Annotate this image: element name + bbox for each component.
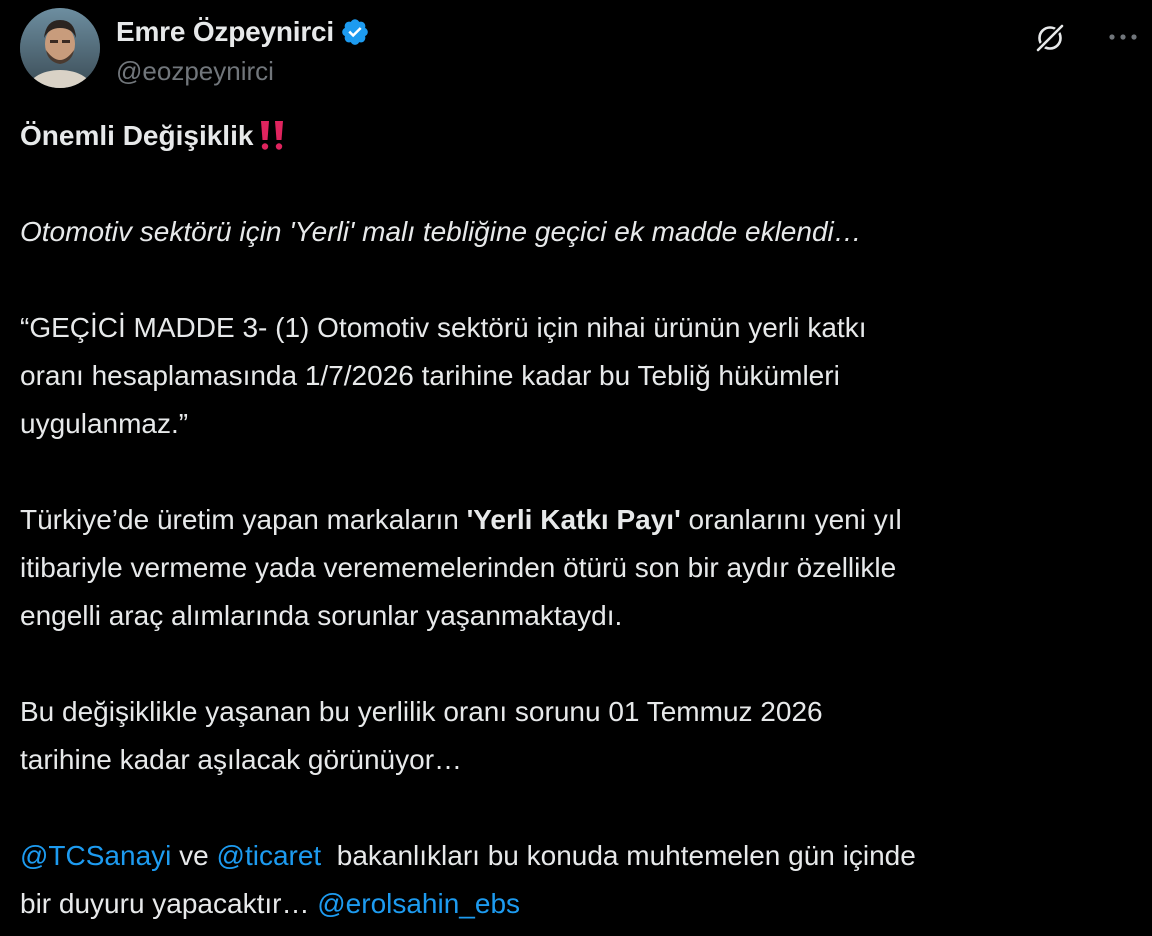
paragraph-line: Bu değişiklikle yaşanan bu yerlilik oran… — [20, 696, 823, 727]
handle[interactable]: @eozpeynirci — [116, 56, 274, 87]
paragraph-line: bir duyuru yapacaktır… @erolsahin_ebs — [20, 880, 1135, 928]
tweet-title-line: Önemli Değişiklik — [20, 112, 1135, 160]
quote-line: “GEÇİCİ MADDE 3- (1) Otomotiv sektörü iç… — [20, 312, 867, 343]
avatar[interactable] — [20, 8, 100, 88]
text-segment: bakanlıkları bu konuda muhtemelen gün iç… — [321, 840, 916, 871]
text-segment: Türkiye’de üretim yapan markaların — [20, 504, 467, 535]
paragraph-line: tarihine kadar aşılacak görünüyor… — [20, 744, 463, 775]
tweet-text: Önemli Değişiklik Otomotiv sektörü için … — [20, 112, 1135, 928]
tweet-header: Emre Özpeynirci @eozpeynirci — [20, 8, 1140, 90]
paragraph-line: itibariyle vermeme yada verememelerinden… — [20, 552, 897, 583]
name-row: Emre Özpeynirci — [116, 14, 370, 50]
display-name[interactable]: Emre Özpeynirci — [116, 16, 334, 48]
paragraph-line: Türkiye’de üretim yapan markaların 'Yerl… — [20, 496, 1135, 544]
verified-badge-icon — [340, 17, 370, 47]
bold-text-segment: 'Yerli Katkı Payı' — [466, 504, 681, 535]
text-segment: ve — [171, 840, 217, 871]
grok-icon[interactable] — [1032, 20, 1068, 56]
double-exclamation-emoji — [256, 118, 288, 152]
text-segment: oranlarını yeni yıl — [680, 504, 902, 535]
more-options-icon[interactable] — [1106, 24, 1140, 50]
mention-link[interactable]: @ticaret — [217, 840, 322, 871]
text-segment: bir duyuru yapacaktır… — [20, 888, 318, 919]
paragraph-line: engelli araç alımlarında sorunlar yaşanm… — [20, 600, 623, 631]
tweet-title: Önemli Değişiklik — [20, 120, 254, 151]
mention-link[interactable]: @TCSanayi — [20, 840, 171, 871]
paragraph-line: @TCSanayi ve @ticaret bakanlıkları bu ko… — [20, 832, 1135, 880]
tweet: Emre Özpeynirci @eozpeynirci Önemli Deği… — [0, 0, 1152, 936]
quote-line: oranı hesaplamasında 1/7/2026 tarihine k… — [20, 360, 840, 391]
quote-line: uygulanmaz.” — [20, 408, 189, 439]
tweet-subtitle: Otomotiv sektörü için 'Yerli' malı tebli… — [20, 216, 862, 247]
mention-link[interactable]: @erolsahin_ebs — [317, 888, 520, 919]
